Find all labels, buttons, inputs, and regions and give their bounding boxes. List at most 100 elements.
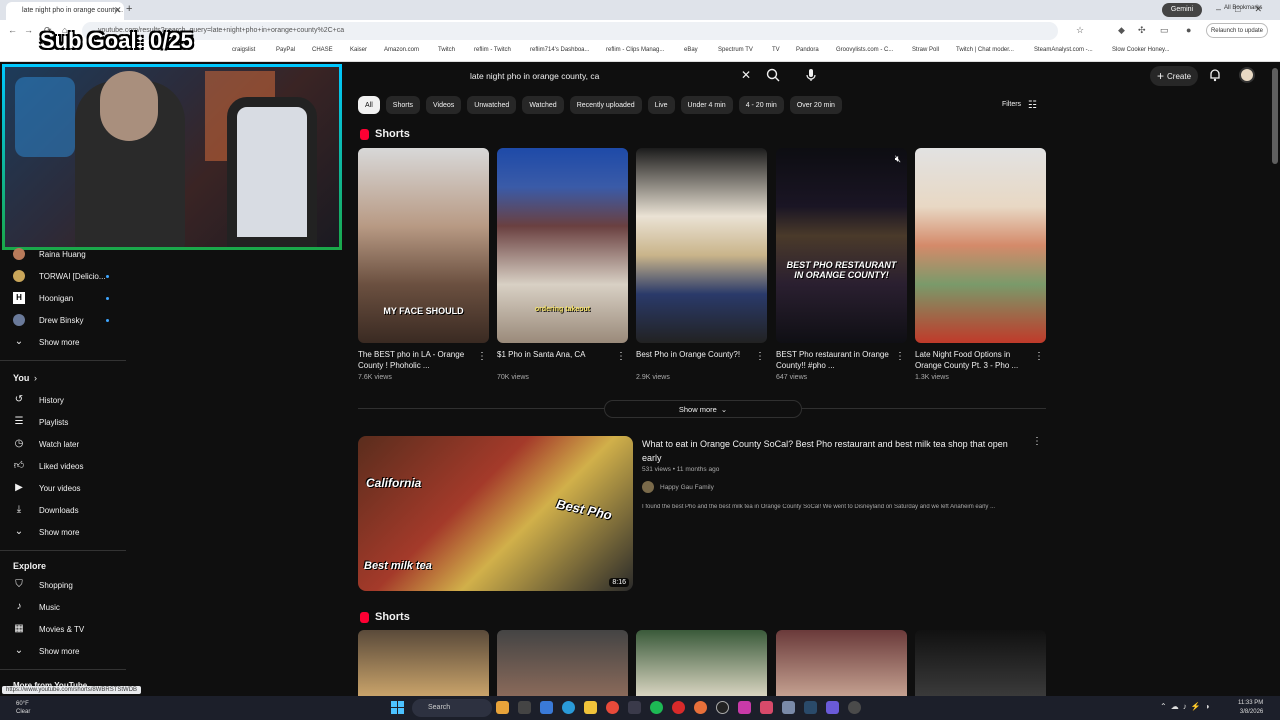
store-icon[interactable] (540, 701, 553, 714)
more-options-icon[interactable]: ⋮ (1034, 351, 1044, 362)
short-thumbnail[interactable]: 🔇︎ BEST PHO RESTAURANT IN ORANGE COUNTY! (776, 148, 907, 343)
short-card[interactable] (636, 630, 767, 696)
short-thumbnail[interactable] (358, 630, 489, 696)
short-title[interactable]: The BEST pho in LA - Orange County ! Pho… (358, 349, 489, 371)
all-bookmarks[interactable]: All Bookmarks (1224, 5, 1262, 11)
video-title[interactable]: What to eat in Orange County SoCal? Best… (642, 437, 1022, 465)
channel-row[interactable]: Happy Gau Family (642, 481, 714, 493)
short-card[interactable]: ordering takeout $1 Pho in Santa Ana, CA… (497, 148, 628, 381)
clear-search-icon[interactable]: ✕ (741, 68, 751, 82)
bookmark-item[interactable]: reflim - Clips Manag... (606, 47, 664, 53)
bookmark-item[interactable]: PayPal (276, 47, 295, 53)
sidebar-item-playlists[interactable]: ☰ Playlists (0, 412, 130, 432)
bookmark-item[interactable]: CHASE (312, 47, 333, 53)
short-title[interactable]: Late Night Food Options in Orange County… (915, 349, 1046, 371)
short-card[interactable]: Late Night Food Options in Orange County… (915, 148, 1046, 381)
bookmark-item[interactable]: Twitch (438, 47, 455, 53)
sidebar-sub-torwai[interactable]: TORWAI [Delicio... (0, 266, 130, 286)
profile-icon[interactable]: ● (1186, 25, 1191, 35)
short-thumbnail[interactable] (497, 630, 628, 696)
app-icon[interactable] (826, 701, 839, 714)
address-bar[interactable]: youtube.com/results?search_query=late+ni… (82, 22, 1058, 40)
filter-chip[interactable]: Unwatched (467, 96, 517, 114)
sidebar-item-downloads[interactable]: ⤓ Downloads (0, 500, 130, 520)
bookmark-item[interactable]: Slow Cooker Honey... (1112, 47, 1170, 53)
short-title[interactable]: $1 Pho in Santa Ana, CA (497, 349, 628, 371)
more-options-icon[interactable]: ⋮ (477, 351, 487, 362)
bookmark-item[interactable]: Groovylists.com - C... (836, 47, 893, 53)
search-icon[interactable] (766, 68, 780, 82)
windows-start-icon[interactable] (391, 701, 404, 714)
bookmark-item[interactable]: eBay (684, 47, 698, 53)
filter-chip[interactable]: Watched (522, 96, 564, 114)
star-icon[interactable]: ☆ (1076, 25, 1084, 36)
short-thumbnail[interactable] (636, 630, 767, 696)
scrollbar[interactable] (1272, 68, 1278, 164)
short-card[interactable]: 🔇︎ BEST PHO RESTAURANT IN ORANGE COUNTY!… (776, 148, 907, 381)
bookmark-item[interactable]: Twitch | Chat moder... (956, 47, 1014, 53)
short-card[interactable] (497, 630, 628, 696)
app-icon[interactable] (782, 701, 795, 714)
bookmark-item[interactable]: TV (772, 47, 780, 53)
edge-icon[interactable] (562, 701, 575, 714)
show-more-button[interactable]: Show more ⌄ (604, 400, 802, 418)
bookmark-item[interactable]: craigslist (232, 47, 255, 53)
filter-chip[interactable]: All (358, 96, 380, 114)
bookmark-item[interactable]: reflim714's Dashboa... (530, 47, 590, 53)
sidebar-item-your-videos[interactable]: ▶ Your videos (0, 478, 130, 498)
filters-button[interactable]: Filters (1002, 101, 1021, 108)
sidepanel-icon[interactable]: ▭ (1160, 25, 1169, 36)
browser-tab[interactable]: late night pho in orange county... ✕ (6, 2, 124, 20)
spotify-icon[interactable] (650, 701, 663, 714)
filter-chip[interactable]: Shorts (385, 96, 421, 114)
weather-widget[interactable]: 60°F Clear (16, 700, 30, 716)
sidebar-item-history[interactable]: ↺ History (0, 390, 130, 410)
sliders-icon[interactable]: ☷ (1028, 100, 1037, 111)
extension-icon[interactable]: ◆ (1118, 25, 1125, 36)
sidebar-sub-hoonigan[interactable]: H Hoonigan (0, 288, 130, 308)
sidebar-you-header[interactable]: You › (0, 368, 130, 388)
firefox-icon[interactable] (694, 701, 707, 714)
more-options-icon[interactable]: ⋮ (616, 351, 626, 362)
app-icon[interactable] (738, 701, 751, 714)
opera-icon[interactable] (672, 701, 685, 714)
app-icon[interactable] (848, 701, 861, 714)
sidebar-item-liked[interactable]: 👍︎ Liked videos (0, 456, 130, 476)
short-thumbnail[interactable]: ordering takeout (497, 148, 628, 343)
new-tab-icon[interactable]: + (126, 3, 132, 15)
obs-icon[interactable] (716, 701, 729, 714)
app-icon[interactable] (628, 701, 641, 714)
video-thumbnail[interactable]: California Best Pho Best milk tea 8:16 (358, 436, 633, 591)
short-card[interactable]: MY FACE SHOULD The BEST pho in LA - Oran… (358, 148, 489, 381)
short-card[interactable] (358, 630, 489, 696)
system-tray[interactable]: ⌃☁♪⚡◑ (1160, 702, 1214, 711)
bookmark-item[interactable]: Kaiser (350, 47, 367, 53)
steam-icon[interactable] (804, 701, 817, 714)
more-options-icon[interactable]: ⋮ (1032, 436, 1042, 447)
filter-chip[interactable]: Videos (426, 96, 462, 114)
gemini-button[interactable]: Gemini (1162, 3, 1202, 17)
short-thumbnail[interactable]: MY FACE SHOULD (358, 148, 489, 343)
filter-chip[interactable]: Recently uploaded (569, 96, 642, 114)
bookmark-item[interactable]: SteamAnalyst.com -... (1034, 47, 1093, 53)
microphone-icon[interactable] (804, 68, 818, 82)
sidebar-item-music[interactable]: ♪ Music (0, 597, 130, 617)
filter-chip[interactable]: 4 - 20 min (738, 96, 784, 114)
notification-bell-icon[interactable] (1208, 68, 1222, 82)
close-tab-icon[interactable]: ✕ (114, 5, 122, 16)
file-icon[interactable] (496, 701, 509, 714)
sidebar-item-shopping[interactable]: ⛉ Shopping (0, 575, 130, 595)
filter-chip[interactable]: Under 4 min (680, 96, 733, 114)
sidebar-show-more-you[interactable]: ⌄ Show more (0, 522, 130, 542)
terminal-icon[interactable] (518, 701, 531, 714)
filter-chip[interactable]: Over 20 min (789, 96, 842, 114)
chrome-icon[interactable] (606, 701, 619, 714)
sidebar-item-watch-later[interactable]: ◷ Watch later (0, 434, 130, 454)
sidebar-sub-drew[interactable]: Drew Binsky (0, 310, 130, 330)
short-title[interactable]: Best Pho in Orange County?! (636, 349, 767, 371)
bookmark-item[interactable]: reflim - Twitch (474, 47, 511, 53)
sidebar-item-movies[interactable]: ▦ Movies & TV (0, 619, 130, 639)
folder-icon[interactable] (584, 701, 597, 714)
sidebar-show-more-explore[interactable]: ⌄ Show more (0, 641, 130, 661)
short-thumbnail[interactable] (636, 148, 767, 343)
